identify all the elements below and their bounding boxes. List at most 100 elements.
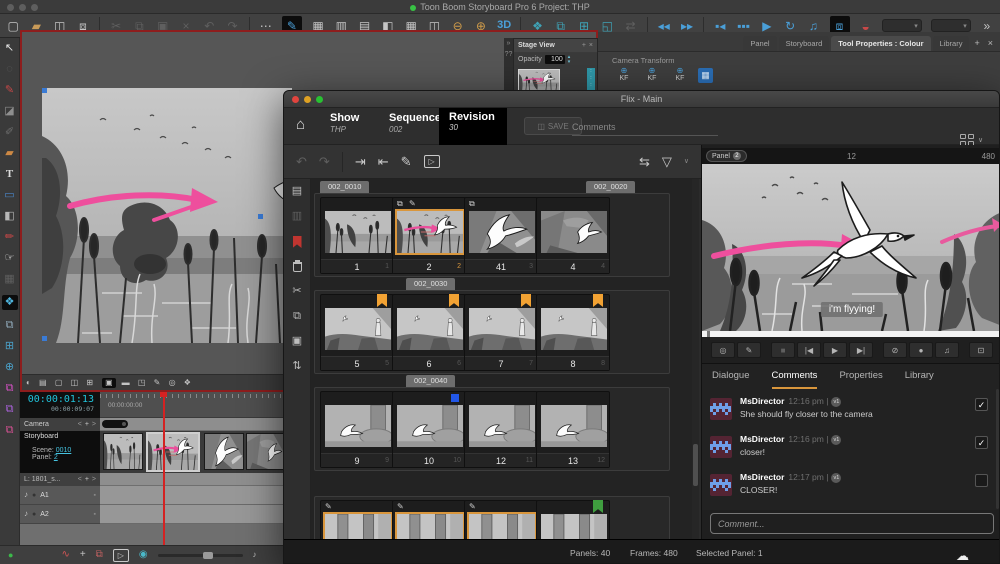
play-icon[interactable]: ▶	[760, 20, 774, 32]
panel-thumbnail[interactable]: 1010	[392, 391, 466, 468]
camera-track-header[interactable]: Camera < + >	[20, 418, 100, 431]
expand-icon[interactable]: »	[507, 40, 511, 47]
play-icon[interactable]: ▶	[823, 342, 847, 358]
skip-back-icon[interactable]: |◀	[797, 342, 821, 358]
colour-pot-icon[interactable]: ◒	[859, 19, 873, 33]
record-icon[interactable]: ●	[909, 342, 933, 358]
filter-icon[interactable]: ▽	[662, 155, 672, 168]
frame-dots-icon[interactable]: ▪▪▪	[736, 20, 750, 32]
close-tab-icon[interactable]: ×	[985, 38, 996, 51]
reset-keyframe-button[interactable]: ⊕KF	[670, 67, 690, 83]
audio-track-a2-header[interactable]: ♪ ● A2 ▪	[20, 505, 100, 524]
scene-link[interactable]: 0010	[56, 447, 72, 454]
collapsed-panel-strip[interactable]: » ??	[504, 38, 513, 95]
tab-comments[interactable]: Comments	[772, 370, 818, 389]
fullscreen-icon[interactable]: ⊡	[969, 342, 993, 358]
filter-chevron-icon[interactable]: ∨	[684, 158, 689, 165]
layer-track-lane[interactable]	[100, 473, 283, 486]
select-tool-icon[interactable]: ↖	[2, 43, 18, 54]
nav-revision-active[interactable]: Revision 30	[439, 108, 507, 145]
audio-track-a2-lane[interactable]	[100, 505, 283, 524]
comment-input[interactable]	[710, 513, 994, 534]
panel-link[interactable]: 2	[54, 454, 58, 461]
panel-thumbnail[interactable]: 11	[320, 197, 394, 274]
playhead-line[interactable]	[163, 392, 165, 545]
clip-icon[interactable]: ⧉	[96, 550, 103, 560]
loop-icon[interactable]: ↻	[783, 20, 797, 32]
sound-icon[interactable]: ♫	[806, 20, 820, 32]
add-tab-icon[interactable]: +	[582, 42, 586, 49]
scene-tab[interactable]: 002_0040	[406, 375, 455, 387]
text-tool-icon[interactable]: T	[2, 169, 18, 180]
panel-thumbnail[interactable]: ⧉ 413	[464, 197, 538, 274]
timeline-ruler[interactable]: 00:00:00:00	[100, 392, 283, 418]
grid-scrollbar[interactable]	[692, 179, 699, 539]
stage-view-tab[interactable]: Stage View + ×	[514, 39, 597, 52]
panel-thumbnail[interactable]: 88	[536, 294, 610, 371]
timeline-panel-thumb[interactable]	[204, 433, 244, 470]
stamp-tool-icon[interactable]: ✐	[2, 127, 18, 138]
play-range-icon[interactable]: ▷	[113, 549, 129, 562]
camera-keyframe-bar[interactable]	[102, 420, 128, 428]
panel-thumbnail[interactable]: ✎	[320, 500, 394, 539]
prev-keyframe-icon[interactable]: <	[78, 421, 82, 428]
violet-layer-icon[interactable]: ⧉	[2, 404, 18, 415]
play-panel-icon[interactable]: ▷	[424, 155, 440, 168]
add-panel-icon[interactable]: ⊕	[2, 362, 18, 373]
timeline-panel-thumb-selected[interactable]	[146, 432, 200, 472]
layer-preset-dropdown[interactable]: ▾	[931, 19, 971, 32]
pink-layer-icon[interactable]: ⧉	[2, 383, 18, 394]
rectangle-tool-icon[interactable]: ▭	[2, 190, 18, 201]
speaker-icon[interactable]: ♪	[24, 510, 28, 518]
jump-last-icon[interactable]: ▸▸	[680, 20, 694, 32]
cut-icon[interactable]: ✂	[292, 286, 301, 297]
lock-icon[interactable]: ▪	[94, 492, 96, 499]
trash-icon[interactable]	[293, 262, 302, 272]
add-tab-icon[interactable]: +	[971, 38, 982, 51]
snapshot-icon[interactable]: ◎	[711, 342, 735, 358]
panel-thumbnail[interactable]: 1211	[464, 391, 538, 468]
mic-muted-icon[interactable]: ⊘	[883, 342, 907, 358]
new-icon[interactable]: ▢	[6, 20, 20, 32]
scene-tab[interactable]: 002_0020	[586, 181, 635, 193]
skip-forward-icon[interactable]: ▶|	[849, 342, 873, 358]
audio-track-a1-header[interactable]: ♪ ● A1 ▪	[20, 486, 100, 505]
dry-eraser-tool-icon[interactable]: ▰	[2, 148, 18, 159]
annotate-icon[interactable]: ✎	[737, 342, 761, 358]
redo-icon[interactable]: ↷	[319, 155, 330, 168]
panels-icon[interactable]: ⊞	[2, 341, 18, 352]
panel-thumbnail[interactable]: 77	[464, 294, 538, 371]
active-view-mode-icon[interactable]: ▣	[102, 378, 116, 388]
add-keyframe-icon[interactable]: +	[85, 421, 89, 428]
tab-storyboard[interactable]: Storyboard	[779, 36, 830, 51]
toolbar-overflow-icon[interactable]: »	[980, 20, 994, 32]
add-marker-icon[interactable]: +	[80, 550, 86, 560]
timeline-zoom-slider[interactable]	[158, 554, 243, 557]
add-icon[interactable]: +	[85, 476, 89, 483]
sync-icon[interactable]: ◉	[139, 550, 148, 560]
panel-thumbnail[interactable]: 66	[392, 294, 466, 371]
panel-thumbnail[interactable]: 99	[320, 391, 394, 468]
undo-icon[interactable]: ↶	[296, 155, 307, 168]
panel-thumbnail[interactable]: 44	[536, 197, 610, 274]
slider-knob[interactable]	[203, 552, 213, 559]
marquee-tool-icon[interactable]: ▦	[2, 274, 18, 285]
cloud-sync-icon[interactable]: ☁	[956, 548, 969, 564]
prev-panel-icon[interactable]: ▪◂	[713, 20, 727, 32]
scene-tab[interactable]: 002_0010	[320, 181, 369, 193]
layer-track-header[interactable]: L: 1801_s... < + >	[20, 473, 100, 486]
stop-icon[interactable]: ■	[771, 342, 795, 358]
tab-tool-properties[interactable]: Tool Properties : Colour	[831, 36, 930, 51]
speaker-icon[interactable]: ♪	[24, 491, 28, 499]
timeline-panel-thumb[interactable]	[246, 433, 283, 470]
camera-grid-icon[interactable]: ▦	[698, 68, 713, 83]
comment-checkbox-checked[interactable]: ✓	[975, 436, 988, 449]
stage-tool-icons[interactable]: ▬ ◳ ✎ ◎ ❖	[122, 379, 194, 387]
stage-view-mode-icons[interactable]: ◐ ▤ ▢ ◫ ⊞	[26, 379, 96, 387]
panel-thumbnail[interactable]: ✎	[464, 500, 538, 539]
record-icon[interactable]: ●	[32, 511, 36, 518]
volume-icon[interactable]: ♫	[935, 342, 959, 358]
panel-thumbnail[interactable]	[536, 500, 610, 539]
bookmark-icon[interactable]	[293, 236, 302, 248]
remove-keyframe-button[interactable]: ⊕KF	[642, 67, 662, 83]
